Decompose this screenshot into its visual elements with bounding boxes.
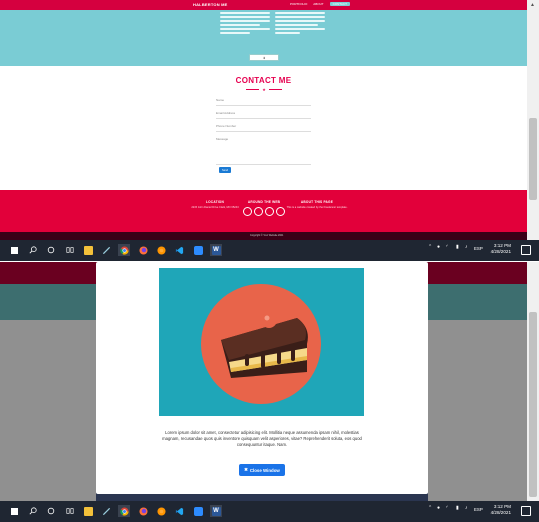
tray-wifi-icon[interactable]: ◜ <box>446 244 448 250</box>
about-section: ⬇ <box>0 10 527 66</box>
scroll-up-icon[interactable]: ▲ <box>530 2 535 8</box>
name-field-label: Name <box>216 98 225 102</box>
nav-link-about[interactable]: ABOUT <box>313 2 323 6</box>
footer-about-heading: ABOUT THIS PAGE <box>300 200 334 204</box>
taskbar-bottom: W ⌃ ● ◜ ▮ ♪ ESP 3:12 PM 4/28/2021 <box>0 501 539 522</box>
navbar: HALBERTON ME PORTFOLIO ABOUT CONTACT <box>0 0 527 10</box>
word-icon[interactable]: W <box>210 505 222 517</box>
tray-chevron-icon[interactable]: ⌃ <box>428 244 432 250</box>
star-icon: ★ <box>262 87 266 92</box>
phone-field-label: Phone Number <box>216 124 237 128</box>
taskbar-top: W ⌃ ● ◜ ▮ ♪ ESP 3:12 PM 4/28/2021 <box>0 240 539 261</box>
scrollbar-top[interactable]: ▲ <box>527 0 539 240</box>
firefox-icon[interactable] <box>137 244 149 256</box>
phone-field[interactable]: Phone Number <box>216 122 311 132</box>
tray-network-icon[interactable]: ● <box>437 244 440 250</box>
brand-logo[interactable]: HALBERTON ME <box>193 2 228 7</box>
modal-description: Lorem ipsum dolor sit amet, consectetur … <box>162 430 362 447</box>
tray-volume-icon[interactable]: ♪ <box>465 505 468 511</box>
cake-image <box>159 268 364 416</box>
footer-about-text: This is a website created by the Freelan… <box>286 206 348 209</box>
name-field[interactable]: Name <box>216 96 311 106</box>
nav-link-contact[interactable]: CONTACT <box>329 2 350 6</box>
search-icon[interactable] <box>27 244 39 256</box>
nav-link-portfolio[interactable]: PORTFOLIO <box>290 2 307 6</box>
file-explorer-icon[interactable] <box>82 505 94 517</box>
taskbar-clock[interactable]: 3:12 PM 4/28/2021 <box>491 504 511 516</box>
footer-about: ABOUT THIS PAGE This is a website create… <box>282 200 352 210</box>
windows-start-icon[interactable] <box>8 505 20 517</box>
tray-language[interactable]: ESP <box>474 246 483 251</box>
windows-start-icon[interactable] <box>8 244 20 256</box>
facebook-icon[interactable] <box>243 207 252 216</box>
firefox-dev-icon[interactable] <box>155 244 167 256</box>
tray-chevron-icon[interactable]: ⌃ <box>428 505 432 511</box>
about-text-left <box>220 12 270 37</box>
message-field-label: Message <box>216 137 229 141</box>
file-explorer-icon[interactable] <box>82 244 94 256</box>
email-field-label: Email Address <box>216 111 236 115</box>
tray-volume-icon[interactable]: ♪ <box>465 244 468 250</box>
tray-battery-icon[interactable]: ▮ <box>456 505 459 511</box>
vscode-icon[interactable] <box>173 505 185 517</box>
scrollbar-bottom[interactable] <box>527 262 539 501</box>
task-view-icon[interactable] <box>64 505 76 517</box>
scrollbar-thumb-bottom[interactable] <box>529 312 537 497</box>
about-text-right <box>275 12 325 37</box>
footer: LOCATION 2215 John Daniel Drive Clark, M… <box>0 190 527 232</box>
scrollbar-thumb[interactable] <box>529 118 537 200</box>
close-window-label: Close Window <box>249 467 280 473</box>
zoom-icon[interactable] <box>192 244 204 256</box>
cortana-icon[interactable] <box>45 244 57 256</box>
linkedin-icon[interactable] <box>265 207 274 216</box>
nav-links: PORTFOLIO ABOUT CONTACT <box>290 2 350 6</box>
send-button[interactable]: Send <box>219 167 231 173</box>
close-icon: ✖ <box>244 467 248 472</box>
paint-icon[interactable] <box>100 505 112 517</box>
notification-center-icon[interactable] <box>521 245 531 255</box>
tray-language[interactable]: ESP <box>474 507 483 512</box>
message-field[interactable]: Message <box>216 135 311 165</box>
firefox-icon[interactable] <box>137 505 149 517</box>
close-window-button[interactable]: ✖ Close Window <box>239 464 285 476</box>
tray-wifi-icon[interactable]: ◜ <box>446 505 448 511</box>
top-screenshot: HALBERTON ME PORTFOLIO ABOUT CONTACT ⬇ C… <box>0 0 539 262</box>
contact-section: CONTACT ME ★ Name Email Address Phone Nu… <box>0 66 527 190</box>
download-icon: ⬇ <box>262 55 266 60</box>
paint-icon[interactable] <box>100 244 112 256</box>
zoom-icon[interactable] <box>192 505 204 517</box>
cortana-icon[interactable] <box>45 505 57 517</box>
taskbar-clock[interactable]: 3:12 PM 4/28/2021 <box>491 243 511 255</box>
copyright-text: Copyright © Your Website 2021 <box>250 234 284 237</box>
task-view-icon[interactable] <box>64 244 76 256</box>
tray-network-icon[interactable]: ● <box>437 505 440 511</box>
title-divider: ★ <box>246 87 282 92</box>
tray-battery-icon[interactable]: ▮ <box>456 244 459 250</box>
portfolio-modal: Lorem ipsum dolor sit amet, consectetur … <box>96 262 428 494</box>
vscode-icon[interactable] <box>173 244 185 256</box>
email-field[interactable]: Email Address <box>216 109 311 119</box>
bottom-screenshot: Lorem ipsum dolor sit amet, consectetur … <box>0 262 539 501</box>
copyright-bar: Copyright © Your Website 2021 <box>0 232 527 240</box>
chrome-icon[interactable] <box>118 244 130 256</box>
chrome-icon[interactable] <box>118 505 130 517</box>
firefox-dev-icon[interactable] <box>155 505 167 517</box>
clock-date: 4/28/2021 <box>490 249 511 254</box>
notification-center-icon[interactable] <box>521 506 531 516</box>
contact-title: CONTACT ME <box>235 76 292 85</box>
screenshot-composite: HALBERTON ME PORTFOLIO ABOUT CONTACT ⬇ C… <box>0 0 539 522</box>
word-icon[interactable]: W <box>210 244 222 256</box>
clock-date: 4/28/2021 <box>490 510 511 515</box>
download-button[interactable]: ⬇ <box>249 54 279 61</box>
twitter-icon[interactable] <box>254 207 263 216</box>
search-icon[interactable] <box>27 505 39 517</box>
